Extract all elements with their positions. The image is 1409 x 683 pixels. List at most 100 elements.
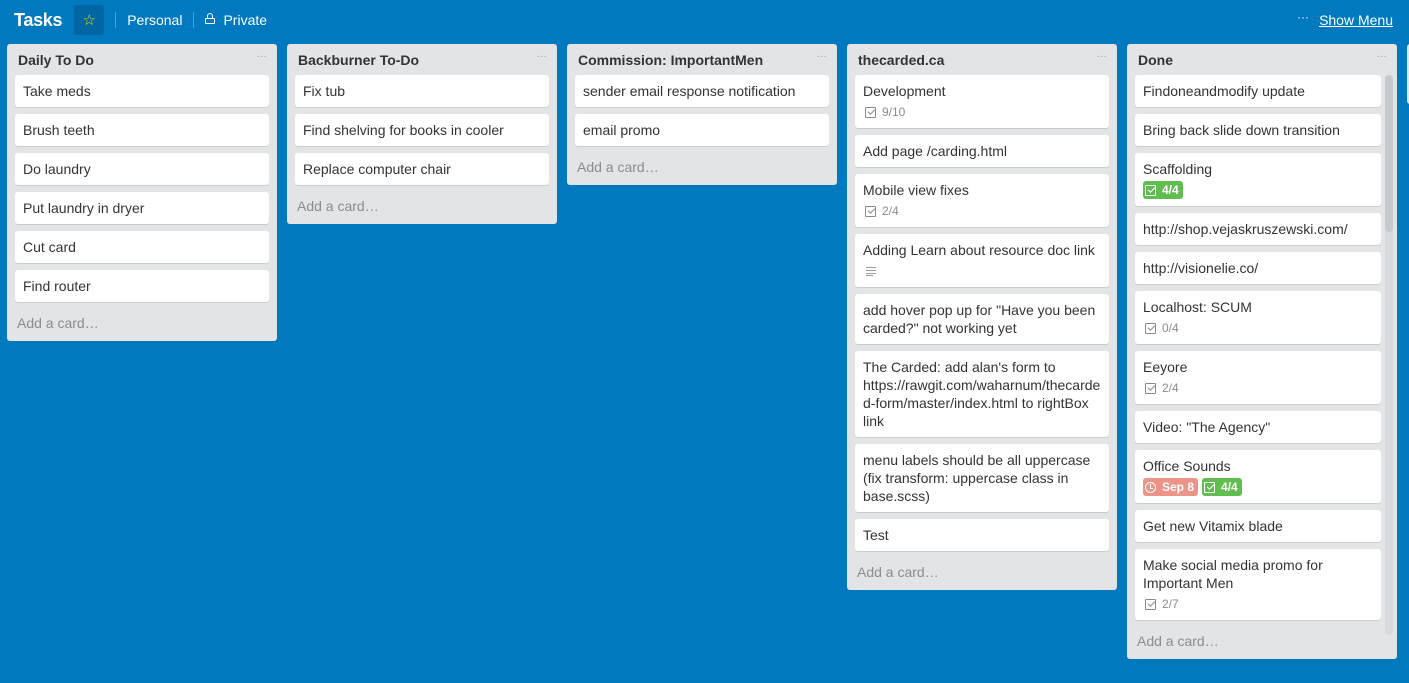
card-title: Put laundry in dryer (23, 200, 145, 216)
list-header[interactable]: Done ··· (1127, 44, 1397, 75)
checklist-badge: 4/4 (1143, 181, 1183, 199)
card[interactable]: http://visionelie.co/ (1135, 252, 1381, 284)
list-menu-icon[interactable]: ··· (257, 51, 267, 62)
list-body: sender email response notification email … (567, 75, 837, 146)
due-date-text: Sep 8 (1162, 480, 1195, 494)
card[interactable]: Cut card (15, 231, 269, 263)
card[interactable]: add hover pop up for "Have you been card… (855, 294, 1109, 344)
card-title: Findoneandmodify update (1143, 83, 1305, 99)
list-title[interactable]: Done (1138, 52, 1173, 68)
card-badges (863, 262, 1101, 280)
card[interactable]: Mobile view fixes 2/4 (855, 174, 1109, 227)
list-header[interactable]: Commission: ImportantMen ··· (567, 44, 837, 75)
card[interactable]: Find router (15, 270, 269, 302)
list-header[interactable]: thecarded.ca ··· (847, 44, 1117, 75)
checklist-badge: 9/10 (863, 103, 909, 121)
list-menu-icon[interactable]: ··· (537, 51, 547, 62)
add-card-button[interactable]: Add a card… (1127, 625, 1397, 659)
checklist-icon (865, 205, 876, 217)
list-body: Findoneandmodify update Bring back slide … (1127, 75, 1397, 635)
card[interactable]: Eeyore 2/4 (1135, 351, 1381, 404)
card[interactable]: Bring back slide down transition (1135, 114, 1381, 146)
card[interactable]: Take meds (15, 75, 269, 107)
card[interactable]: Brush teeth (15, 114, 269, 146)
card[interactable]: menu labels should be all uppercase (fix… (855, 444, 1109, 512)
checklist-count: 4/4 (1221, 480, 1238, 494)
checklist-icon (1145, 322, 1156, 334)
card[interactable]: The Carded: add alan's form to https://r… (855, 351, 1109, 437)
add-card-button[interactable]: Add a card… (847, 556, 1117, 590)
checklist-count: 9/10 (882, 105, 906, 119)
checklist-icon (865, 106, 876, 118)
list-commission-importantmen: Commission: ImportantMen ··· sender email … (567, 44, 837, 185)
list-body: Take meds Brush teeth Do laundry Put laundr… (7, 75, 277, 302)
checklist-icon (1145, 184, 1156, 196)
clock-icon (1145, 481, 1156, 493)
card[interactable]: http://shop.vejaskruszewski.com/ (1135, 213, 1381, 245)
list-title[interactable]: thecarded.ca (858, 52, 944, 68)
checklist-count: 4/4 (1162, 183, 1179, 197)
card[interactable]: Fix tub (295, 75, 549, 107)
list-header[interactable]: Backburner To-Do ··· (287, 44, 557, 75)
card[interactable]: Add page /carding.html (855, 135, 1109, 167)
board-title[interactable]: Tasks (14, 10, 63, 31)
team-button[interactable]: Personal (127, 12, 182, 28)
card-title: Adding Learn about resource doc link (863, 242, 1095, 258)
card[interactable]: Make social media promo for Important Me… (1135, 549, 1381, 620)
card[interactable]: Findoneandmodify update (1135, 75, 1381, 107)
card[interactable]: Put laundry in dryer (15, 192, 269, 224)
star-board-button[interactable]: ☆ (74, 5, 105, 35)
card[interactable]: Do laundry (15, 153, 269, 185)
add-card-button[interactable]: Add a card… (7, 307, 277, 341)
card-title: sender email response notification (583, 83, 796, 99)
checklist-count: 0/4 (1162, 321, 1179, 335)
lock-icon (205, 13, 216, 25)
scrollbar-thumb[interactable] (1385, 75, 1393, 232)
card[interactable]: Replace computer chair (295, 153, 549, 185)
card[interactable]: Test (855, 519, 1109, 551)
show-menu-button[interactable]: ··· Show Menu (1297, 10, 1393, 28)
list-menu-icon[interactable]: ··· (1377, 51, 1387, 62)
card-list: Development 9/10 Add page /carding.html Mob… (847, 75, 1117, 551)
card-list: Findoneandmodify update Bring back slide … (1127, 75, 1397, 627)
card[interactable]: Scaffolding 4/4 (1135, 153, 1381, 206)
card-title: http://shop.vejaskruszewski.com/ (1143, 221, 1348, 237)
list-title[interactable]: Daily To Do (18, 52, 94, 68)
card-title: Scaffolding (1143, 161, 1213, 177)
card[interactable]: Get new Vitamix blade (1135, 510, 1381, 542)
card[interactable]: sender email response notification (575, 75, 829, 107)
card-title: Cut card (23, 239, 76, 255)
board-header: Tasks ☆ Personal Private ··· Show Menu (0, 0, 1409, 40)
card[interactable]: Development 9/10 (855, 75, 1109, 128)
card-title: Localhost: SCUM (1143, 299, 1252, 315)
card-title: Mobile view fixes (863, 182, 969, 198)
card-title: Video: "The Agency" (1143, 419, 1271, 435)
due-date-badge: Sep 8 (1143, 478, 1199, 496)
card-title: Test (863, 527, 889, 543)
visibility-button[interactable]: Private (205, 12, 267, 28)
card-title: Brush teeth (23, 122, 95, 138)
star-icon: ☆ (82, 12, 96, 29)
checklist-count: 2/4 (1162, 381, 1179, 395)
card[interactable]: Find shelving for books in cooler (295, 114, 549, 146)
add-card-button[interactable]: Add a card… (567, 151, 837, 185)
card[interactable]: Video: "The Agency" (1135, 411, 1381, 443)
card-title: Make social media promo for Important Me… (1143, 557, 1323, 591)
list-body: Fix tub Find shelving for books in cooler… (287, 75, 557, 185)
card-title: Bring back slide down transition (1143, 122, 1340, 138)
checklist-icon (1145, 598, 1156, 610)
list-backburner-to-do: Backburner To-Do ··· Fix tub Find shelving … (287, 44, 557, 224)
checklist-badge: 2/4 (863, 202, 903, 220)
card[interactable]: email promo (575, 114, 829, 146)
list-header[interactable]: Daily To Do ··· (7, 44, 277, 75)
card-badges: 0/4 (1143, 319, 1373, 337)
list-menu-icon[interactable]: ··· (1097, 51, 1107, 62)
list-title[interactable]: Commission: ImportantMen (578, 52, 763, 68)
list-title[interactable]: Backburner To-Do (298, 52, 419, 68)
card[interactable]: Localhost: SCUM 0/4 (1135, 291, 1381, 344)
card[interactable]: Office Sounds Sep 8 4/4 (1135, 450, 1381, 503)
list-scrollbar[interactable] (1385, 75, 1393, 635)
card[interactable]: Adding Learn about resource doc link (855, 234, 1109, 287)
list-menu-icon[interactable]: ··· (817, 51, 827, 62)
add-card-button[interactable]: Add a card… (287, 190, 557, 224)
